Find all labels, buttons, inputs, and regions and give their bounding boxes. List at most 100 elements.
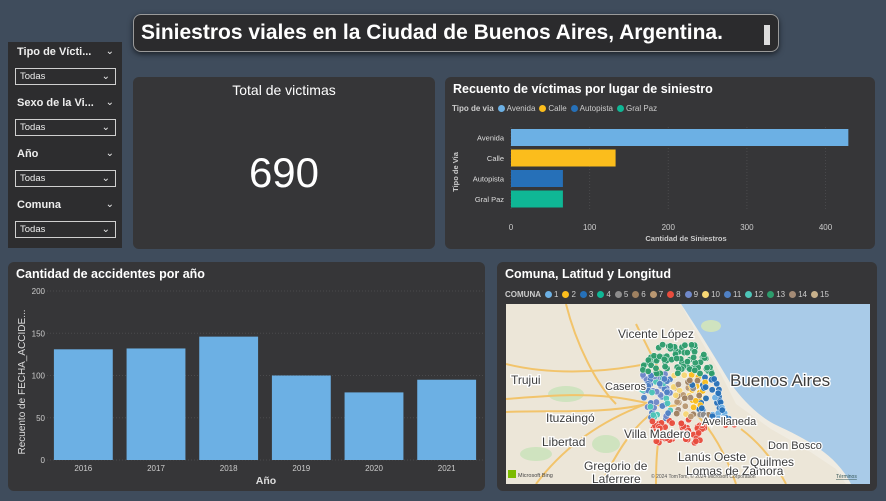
siniestro-point[interactable]: [673, 410, 681, 418]
report-title-box: Siniestros viales en la Ciudad de Buenos…: [133, 14, 779, 52]
siniestro-point[interactable]: [695, 392, 703, 399]
siniestro-point[interactable]: [687, 413, 695, 420]
siniestro-point[interactable]: [640, 394, 648, 402]
siniestro-point[interactable]: [677, 419, 685, 427]
bar-2021[interactable]: [417, 379, 477, 460]
siniestro-point[interactable]: [648, 389, 656, 396]
siniestro-point[interactable]: [692, 437, 700, 445]
siniestro-point[interactable]: [702, 394, 710, 402]
chart-victimas-por-lugar[interactable]: Recuento de víctimas por lugar de sinies…: [445, 77, 875, 249]
legend-comuna-item[interactable]: 7: [649, 290, 663, 299]
legend-comuna-item[interactable]: 8: [667, 290, 681, 299]
siniestro-point[interactable]: [652, 398, 660, 406]
kpi-card-total-victimas[interactable]: Total de victimas 690: [133, 77, 435, 249]
siniestro-point[interactable]: [681, 341, 689, 349]
siniestro-point[interactable]: [714, 389, 722, 397]
legend-label: 12: [754, 290, 764, 299]
siniestro-point[interactable]: [673, 355, 681, 362]
legend-comuna-item[interactable]: 13: [767, 290, 785, 299]
siniestro-point[interactable]: [666, 342, 674, 350]
legend-comuna-item[interactable]: 14: [789, 290, 807, 299]
siniestro-point[interactable]: [680, 371, 688, 379]
legend-comuna-item[interactable]: 5: [614, 290, 628, 299]
siniestro-point[interactable]: [690, 353, 698, 361]
map-terms-link[interactable]: Términos: [836, 474, 857, 480]
siniestro-point[interactable]: [668, 419, 676, 427]
bar-2017[interactable]: [126, 348, 186, 460]
siniestro-point[interactable]: [674, 380, 682, 388]
siniestro-point[interactable]: [691, 366, 699, 374]
siniestro-point[interactable]: [664, 409, 672, 417]
siniestro-point[interactable]: [664, 399, 671, 407]
siniestro-point[interactable]: [687, 394, 694, 402]
siniestro-point[interactable]: [650, 352, 658, 360]
siniestro-point[interactable]: [648, 417, 656, 425]
legend-comuna-item[interactable]: 3: [579, 290, 593, 299]
siniestro-point[interactable]: [674, 369, 682, 377]
siniestro-point[interactable]: [694, 377, 701, 385]
legend-dot-icon: [723, 291, 731, 298]
chevron-down-icon: ⌄: [101, 122, 110, 133]
siniestro-point[interactable]: [660, 375, 668, 383]
chevron-down-icon[interactable]: ⌄: [106, 148, 114, 159]
map-place-label: Gregorio de: [584, 459, 648, 473]
siniestro-point[interactable]: [702, 383, 710, 391]
slicer-dropdown-sexo[interactable]: Todas ⌄: [15, 119, 116, 136]
legend-dot-icon: [684, 291, 692, 298]
bar-autopista[interactable]: [511, 170, 563, 187]
siniestro-point[interactable]: [673, 398, 681, 406]
siniestro-point[interactable]: [718, 406, 726, 414]
slicer-dropdown-tipo-victima[interactable]: Todas ⌄: [15, 68, 116, 85]
legend-comuna-item[interactable]: 9: [684, 290, 698, 299]
legend-comuna-item[interactable]: 15: [811, 290, 829, 299]
siniestro-point[interactable]: [663, 388, 671, 396]
siniestro-point[interactable]: [700, 351, 708, 359]
siniestro-point[interactable]: [703, 364, 711, 372]
chevron-down-icon[interactable]: ⌄: [106, 46, 114, 57]
siniestro-point[interactable]: [644, 367, 652, 375]
siniestro-point[interactable]: [661, 363, 669, 371]
siniestro-point[interactable]: [683, 349, 691, 357]
legend-comuna-item[interactable]: 11: [723, 290, 741, 299]
siniestro-point[interactable]: [686, 376, 694, 384]
siniestro-point[interactable]: [659, 341, 667, 349]
bar-2016[interactable]: [53, 349, 113, 460]
legend-comuna-item[interactable]: 12: [745, 290, 763, 299]
siniestro-point[interactable]: [681, 394, 689, 402]
bar-2019[interactable]: [271, 375, 331, 461]
slicer-dropdown-comuna[interactable]: Todas ⌄: [15, 221, 116, 238]
siniestro-point[interactable]: [681, 402, 689, 410]
x-tick-label: 2017: [147, 464, 165, 473]
legend-comuna-item[interactable]: 10: [702, 290, 720, 299]
siniestro-point[interactable]: [695, 429, 703, 437]
bar-2020[interactable]: [344, 392, 404, 460]
siniestro-point[interactable]: [683, 358, 691, 366]
siniestro-point[interactable]: [708, 386, 716, 394]
map-canvas[interactable]: Vicente López Buenos Aires Trujui Caseros It…: [506, 304, 870, 484]
siniestro-point[interactable]: [688, 341, 696, 349]
siniestro-point[interactable]: [698, 404, 706, 412]
map-comuna-latlon[interactable]: Comuna, Latitud y Longitud COMUNA 123456…: [497, 262, 877, 491]
siniestro-point[interactable]: [660, 355, 668, 363]
bar-2018[interactable]: [199, 336, 259, 460]
slicer-dropdown-anio[interactable]: Todas ⌄: [15, 170, 116, 187]
siniestro-point[interactable]: [649, 411, 657, 419]
legend-comuna-item[interactable]: 4: [597, 290, 611, 299]
siniestro-point[interactable]: [672, 391, 680, 399]
siniestro-point[interactable]: [656, 380, 664, 388]
bar-calle[interactable]: [511, 149, 616, 167]
siniestro-point[interactable]: [691, 348, 699, 356]
chevron-down-icon[interactable]: ⌄: [106, 97, 114, 108]
siniestro-point[interactable]: [652, 364, 660, 372]
bar-gral-paz[interactable]: [511, 190, 563, 208]
siniestro-point[interactable]: [690, 403, 698, 411]
legend-comuna-item[interactable]: 2: [562, 290, 576, 299]
chart-accidentes-por-anio[interactable]: Cantidad de accidentes por año 0 50 100 150…: [8, 262, 485, 491]
siniestro-point[interactable]: [646, 403, 654, 411]
siniestro-point[interactable]: [710, 375, 718, 383]
legend-comuna-item[interactable]: 1: [545, 290, 558, 299]
chevron-down-icon[interactable]: ⌄: [106, 199, 114, 210]
legend-comuna-item[interactable]: 6: [632, 290, 646, 299]
legend-label: 1: [554, 290, 559, 299]
bar-avenida[interactable]: [511, 129, 849, 146]
